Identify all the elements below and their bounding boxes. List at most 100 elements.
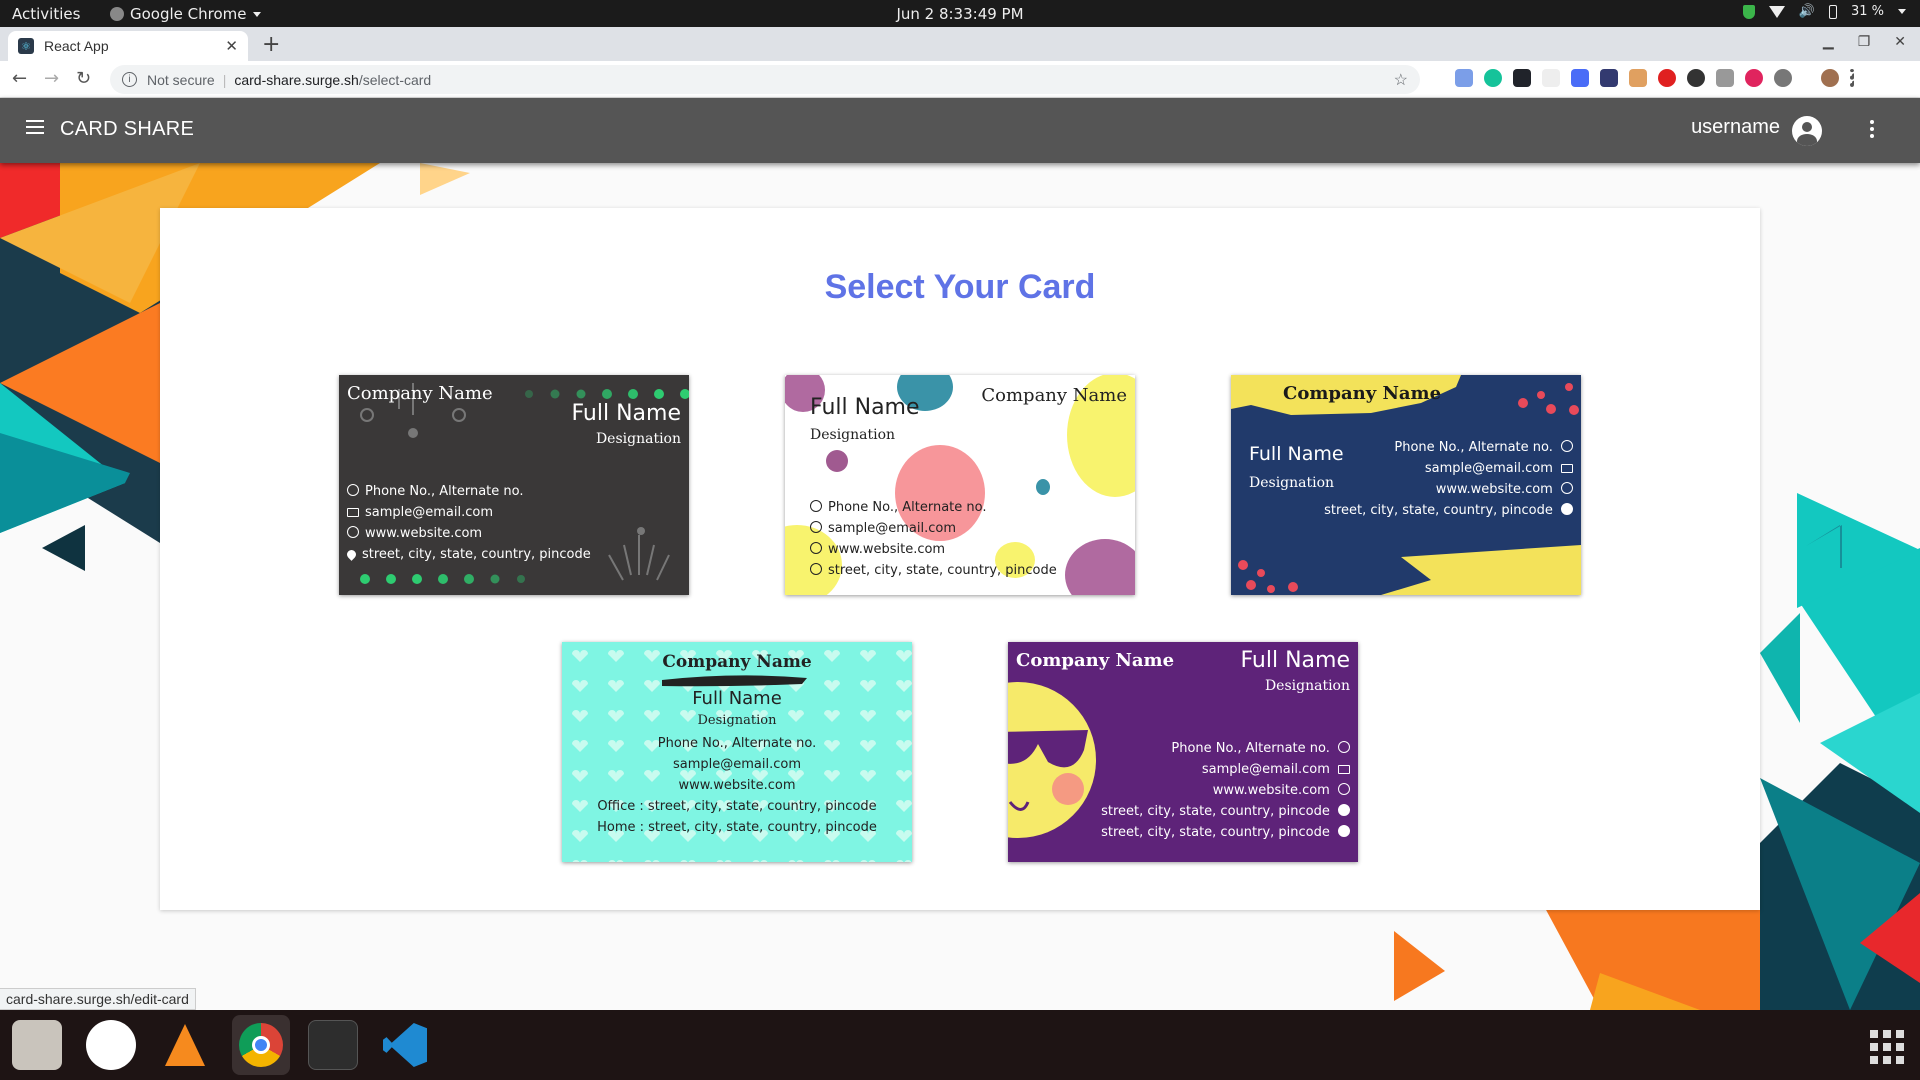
terminal-icon[interactable]: [308, 1020, 358, 1070]
home-address-text: Home : street, city, state, country, pin…: [597, 820, 877, 835]
contact-details: Phone No., Alternate no. sample@email.co…: [1101, 738, 1350, 843]
contact-details: Phone No., Alternate no. sample@email.co…: [345, 481, 591, 565]
system-tray[interactable]: 🔊 31 %: [1742, 4, 1906, 19]
phone-text: Phone No., Alternate no.: [365, 484, 524, 499]
reload-icon[interactable]: ↻: [76, 68, 91, 89]
email-icon: [1561, 464, 1573, 473]
location-icon: [1561, 503, 1573, 515]
files-icon[interactable]: [12, 1020, 62, 1070]
company-name: Company Name: [981, 385, 1127, 406]
close-tab-icon[interactable]: ✕: [225, 37, 238, 55]
minimize-icon[interactable]: ▁: [1823, 34, 1834, 50]
globe-icon: [1338, 783, 1350, 795]
phone-icon: [810, 500, 822, 512]
slack-icon[interactable]: [86, 1020, 136, 1070]
username-label[interactable]: username: [1691, 116, 1780, 139]
company-name: Company Name: [347, 383, 493, 404]
tab-title: React App: [44, 38, 109, 54]
location-icon: [1338, 825, 1350, 837]
info-icon[interactable]: i: [122, 72, 137, 87]
extension-icon[interactable]: [1687, 69, 1705, 87]
contact-details: Phone No., Alternate no. sample@email.co…: [810, 497, 1057, 581]
email-text: sample@email.com: [365, 505, 494, 520]
email-icon: [810, 521, 822, 533]
chrome-menu-icon[interactable]: [1850, 69, 1854, 87]
card-selection-panel: Select Your Card Company Name Full Name …: [160, 208, 1760, 910]
phone-icon: [1561, 440, 1573, 452]
adblock-extension-icon[interactable]: [1658, 69, 1676, 87]
email-icon: [1338, 765, 1350, 774]
close-window-icon[interactable]: ✕: [1894, 34, 1906, 50]
profile-avatar[interactable]: [1821, 69, 1839, 87]
restore-icon[interactable]: ❐: [1858, 34, 1871, 50]
globe-icon: [347, 526, 359, 538]
decorative-triangle: [1394, 931, 1445, 1001]
address-bar[interactable]: i Not secure | card-share.surge.sh /sele…: [110, 65, 1420, 94]
volume-icon: 🔊: [1798, 4, 1815, 19]
chrome-dock-icon[interactable]: [232, 1015, 290, 1075]
card-template-5[interactable]: Company Name Full Name Designation Phone…: [1008, 642, 1358, 862]
company-name: Company Name: [1283, 383, 1442, 404]
forward-arrow-icon[interactable]: →: [44, 68, 59, 89]
security-label: Not secure: [147, 71, 215, 88]
back-arrow-icon[interactable]: ←: [12, 68, 27, 89]
wifi-icon: [1768, 5, 1785, 18]
extension-icon[interactable]: [1745, 69, 1763, 87]
email-text: sample@email.com: [1201, 762, 1330, 777]
window-controls: ▁ ❐ ✕: [1823, 34, 1906, 50]
card-content: Company Name Full Name Designation Phone…: [562, 642, 912, 838]
full-name: Full Name: [571, 401, 681, 426]
json-extension-icon[interactable]: [1542, 69, 1560, 87]
extension-icon[interactable]: [1774, 69, 1792, 87]
phone-icon: [347, 484, 359, 496]
address-text: street, city, state, country, pincode: [1101, 825, 1330, 840]
address-text: street, city, state, country, pincode: [362, 547, 591, 562]
app-title[interactable]: CARD SHARE: [60, 118, 194, 141]
browser-tab[interactable]: ⚛ React App ✕: [8, 31, 248, 61]
office-address-text: Office : street, city, state, country, p…: [597, 799, 877, 814]
website-text: www.website.com: [365, 526, 483, 541]
contact-details: Phone No., Alternate no. sample@email.co…: [1324, 437, 1573, 521]
card-template-4[interactable]: Company Name Full Name Designation Phone…: [562, 642, 912, 862]
email-icon: [347, 508, 359, 517]
battery-level: 31 %: [1850, 4, 1884, 19]
color-picker-extension-icon[interactable]: [1571, 69, 1589, 87]
extension-icon[interactable]: [1629, 69, 1647, 87]
account-circle-icon[interactable]: [1792, 116, 1822, 146]
vlc-icon[interactable]: [160, 1020, 210, 1070]
more-vert-icon[interactable]: [1870, 120, 1874, 138]
camera-extension-icon[interactable]: [1716, 69, 1734, 87]
page-title: Select Your Card: [824, 268, 1096, 306]
website-text: www.website.com: [1212, 783, 1330, 798]
website-text: www.website.com: [828, 542, 946, 557]
address-text: street, city, state, country, pincode: [1101, 804, 1330, 819]
react-devtools-extension-icon[interactable]: [1513, 69, 1531, 87]
phone-text: Phone No., Alternate no.: [1394, 440, 1553, 455]
website-text: www.website.com: [1435, 482, 1553, 497]
email-text: sample@email.com: [1424, 461, 1553, 476]
new-tab-button[interactable]: +: [262, 32, 280, 57]
hamburger-menu-icon[interactable]: [26, 120, 44, 134]
address-text: street, city, state, country, pincode: [1324, 503, 1553, 518]
grammarly-extension-icon[interactable]: [1484, 69, 1502, 87]
phone-text: Phone No., Alternate no.: [828, 500, 987, 515]
system-top-bar: Activities Google Chrome Jun 2 8:33:49 P…: [0, 0, 1920, 27]
full-name: Full Name: [810, 395, 920, 420]
vscode-icon[interactable]: [380, 1020, 430, 1070]
card-template-2[interactable]: Company Name Full Name Designation Phone…: [785, 375, 1135, 595]
extension-icon[interactable]: [1600, 69, 1618, 87]
full-name: Full Name: [1240, 648, 1350, 673]
show-applications-icon[interactable]: [1860, 1020, 1910, 1070]
designation: Designation: [697, 713, 777, 728]
full-name: Full Name: [692, 688, 782, 709]
clock[interactable]: Jun 2 8:33:49 PM: [0, 5, 1920, 23]
card-template-1[interactable]: Company Name Full Name Designation Phone…: [339, 375, 689, 595]
email-text: sample@email.com: [828, 521, 957, 536]
url-host: card-share.surge.sh: [234, 71, 359, 88]
card-template-3[interactable]: Company Name Full Name Designation Phone…: [1231, 375, 1581, 595]
designation: Designation: [810, 427, 896, 443]
bookmark-star-icon[interactable]: ☆: [1394, 70, 1408, 90]
calendar-extension-icon[interactable]: [1455, 69, 1473, 87]
location-icon: [345, 548, 358, 561]
phone-text: Phone No., Alternate no.: [657, 736, 817, 751]
